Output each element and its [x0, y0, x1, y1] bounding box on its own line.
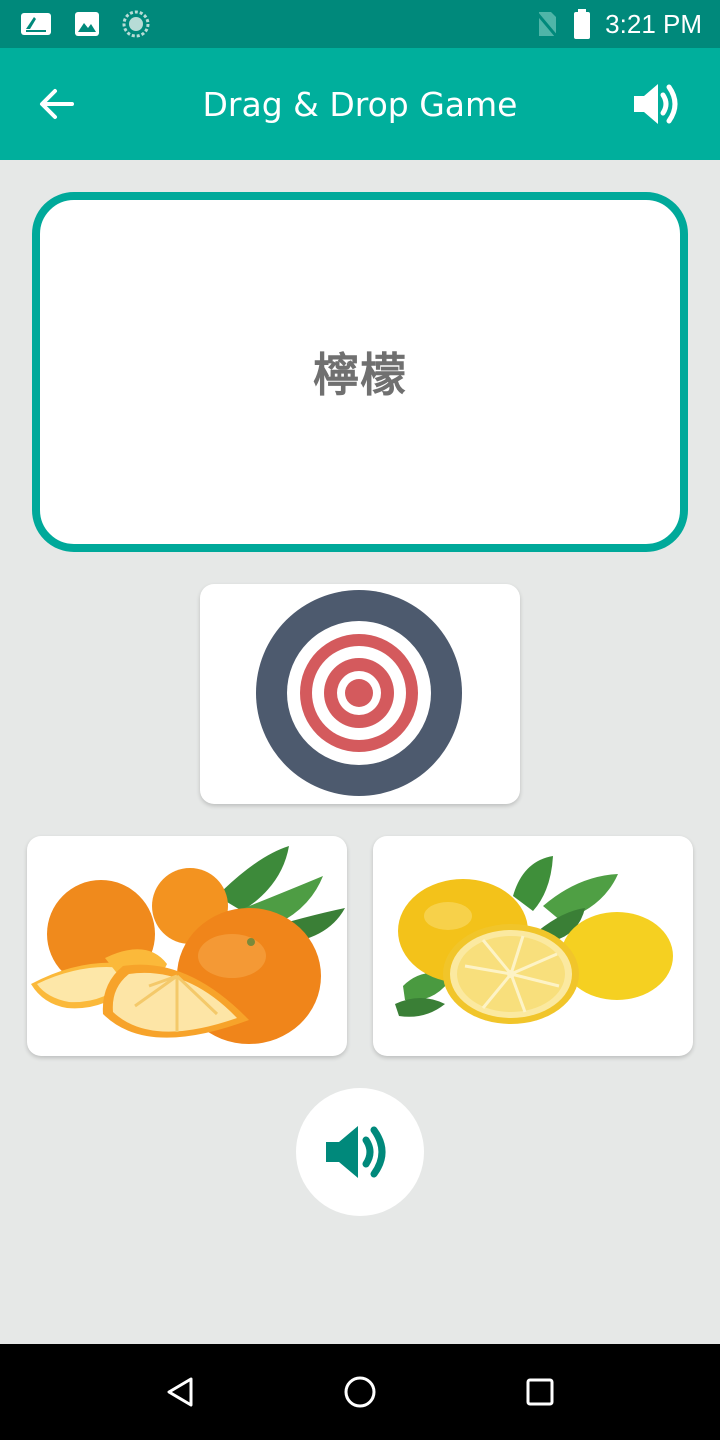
- notification-icon: [20, 11, 52, 37]
- sync-icon: [122, 10, 150, 38]
- lemon-image: [395, 856, 673, 1024]
- volume-button[interactable]: [630, 78, 686, 130]
- nav-back-button[interactable]: [160, 1372, 200, 1412]
- word-text: 檸檬: [313, 348, 407, 402]
- volume-icon: [326, 1126, 386, 1178]
- orange-option-card[interactable]: [27, 836, 347, 1056]
- arrow-back-icon: [40, 89, 74, 119]
- status-time: 3:21 PM: [605, 8, 702, 39]
- drop-target-card[interactable]: [200, 584, 520, 804]
- home-circle-icon: [344, 1376, 376, 1408]
- battery-icon: [573, 9, 591, 39]
- volume-icon: [634, 84, 678, 124]
- system-nav-bar: [0, 1344, 720, 1440]
- image-icon: [74, 11, 100, 37]
- lemon-option-card[interactable]: [373, 836, 693, 1056]
- back-button[interactable]: [30, 82, 82, 126]
- nav-home-button[interactable]: [340, 1372, 380, 1412]
- orange-image: [31, 846, 345, 1044]
- no-sim-icon: [533, 10, 559, 38]
- nav-recents-button[interactable]: [520, 1372, 560, 1412]
- status-right-icons: 3:21 PM: [519, 9, 702, 40]
- word-card: 檸檬: [32, 192, 688, 552]
- target-icon: [256, 590, 462, 796]
- status-bar: 3:21 PM: [0, 0, 720, 48]
- play-sound-button[interactable]: [296, 1088, 424, 1216]
- page-title: Drag & Drop Game: [202, 84, 518, 124]
- back-triangle-icon: [167, 1377, 193, 1407]
- app-bar: Drag & Drop Game: [0, 48, 720, 160]
- status-left-icons: [20, 10, 172, 38]
- recents-square-icon: [526, 1378, 554, 1406]
